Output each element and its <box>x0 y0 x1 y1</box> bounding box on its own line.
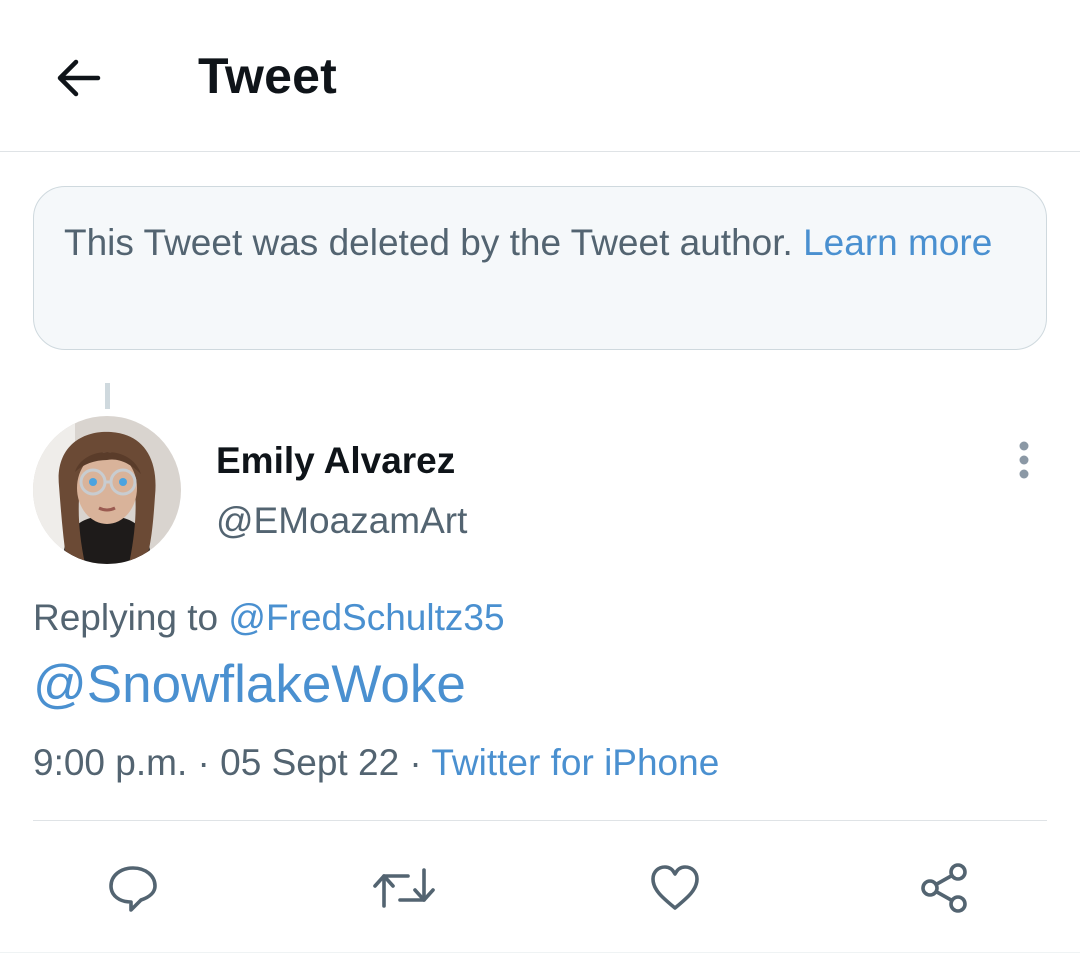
tweet-source-link[interactable]: Twitter for iPhone <box>431 742 719 783</box>
retweet-icon <box>373 868 435 908</box>
tweet-date: 05 Sept 22 <box>220 742 400 783</box>
replying-to-handle-link[interactable]: @FredSchultz35 <box>228 597 504 638</box>
more-vertical-icon <box>1019 441 1029 479</box>
more-options-button[interactable] <box>1004 437 1044 483</box>
reply-button[interactable] <box>97 852 169 924</box>
avatar[interactable] <box>33 416 181 564</box>
tweet-time: 9:00 p.m. <box>33 742 188 783</box>
top-app-bar: Tweet <box>0 0 1080 152</box>
deleted-notice-text: This Tweet was deleted by the Tweet auth… <box>64 222 793 263</box>
tweet-metadata: 9:00 p.m. · 05 Sept 22 · Twitter for iPh… <box>33 738 719 788</box>
divider <box>0 952 1080 953</box>
tweet-text-mention-link[interactable]: @SnowflakeWoke <box>33 652 466 718</box>
thread-connector-line <box>105 383 110 409</box>
separator-dot: · <box>197 742 210 783</box>
comment-icon <box>109 866 157 912</box>
separator-dot: · <box>409 742 422 783</box>
author-handle[interactable]: @EMoazamArt <box>216 497 467 545</box>
profile-photo <box>33 416 181 564</box>
page-title: Tweet <box>198 48 337 104</box>
share-button[interactable] <box>908 852 980 924</box>
learn-more-link[interactable]: Learn more <box>803 222 992 263</box>
arrow-left-icon <box>57 59 101 97</box>
back-button[interactable] <box>48 48 108 108</box>
divider <box>33 820 1047 821</box>
deleted-tweet-notice: This Tweet was deleted by the Tweet auth… <box>33 186 1047 350</box>
author-name[interactable]: Emily Alvarez <box>216 437 455 485</box>
replying-to-line: Replying to @FredSchultz35 <box>33 594 505 642</box>
retweet-button[interactable] <box>368 852 440 924</box>
heart-icon <box>651 865 699 910</box>
share-icon <box>921 863 967 913</box>
replying-to-label: Replying to <box>33 597 219 638</box>
tweet-action-bar <box>0 852 1080 924</box>
like-button[interactable] <box>639 852 711 924</box>
